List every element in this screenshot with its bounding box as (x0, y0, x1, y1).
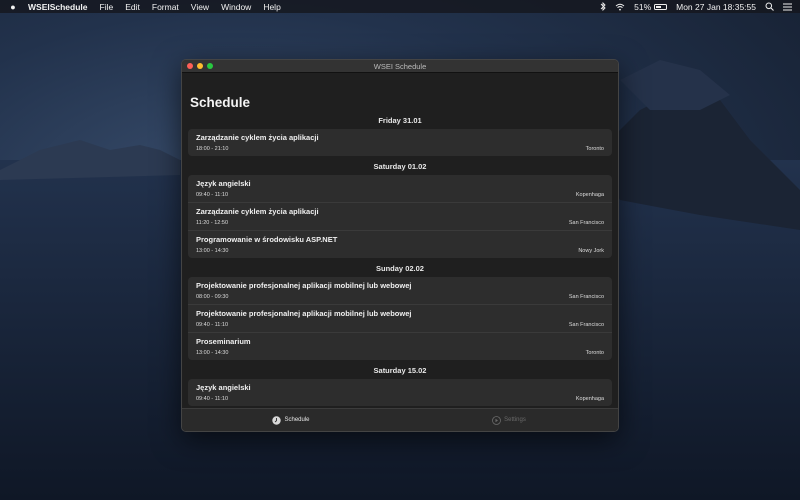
menu-file[interactable]: File (100, 2, 114, 12)
apple-menu-icon[interactable]: ● (8, 2, 18, 12)
tab-settings-label: Settings (504, 417, 526, 423)
class-row[interactable]: Język angielski 09:40 - 11:10 Kopenhaga (188, 175, 612, 203)
clock-icon (272, 415, 282, 425)
bluetooth-icon[interactable] (600, 2, 606, 11)
class-location: Kopenhaga (575, 192, 604, 198)
title-bar[interactable]: WSEI Schedule (182, 60, 618, 73)
class-location: San Francisco (568, 294, 604, 300)
menu-format[interactable]: Format (152, 2, 179, 12)
class-row[interactable]: Zarządzanie cyklem życia aplikacji 11:20 … (188, 203, 612, 231)
class-time: 09:40 - 11:10 (196, 396, 229, 402)
clock[interactable]: Mon 27 Jan 18:35:55 (676, 2, 756, 12)
tab-settings[interactable]: Settings (400, 415, 618, 425)
day-group: Język angielski 09:40 - 11:10 Kopenhaga (188, 379, 612, 406)
class-title: Zarządzanie cyklem życia aplikacji (196, 207, 319, 216)
class-time: 11:20 - 12:50 (196, 220, 229, 226)
class-time: 09:40 - 11:10 (196, 192, 229, 198)
class-title: Zarządzanie cyklem życia aplikacji (196, 133, 319, 142)
wifi-icon[interactable] (615, 3, 625, 11)
class-row[interactable]: Proseminarium 13:00 - 14:30 Toronto (188, 333, 612, 360)
class-title: Projektowanie profesjonalnej aplikacji m… (196, 281, 412, 290)
control-list-icon[interactable] (783, 3, 792, 11)
day-group: Projektowanie profesjonalnej aplikacji m… (188, 277, 612, 360)
day-group: Zarządzanie cyklem życia aplikacji 18:00 … (188, 129, 612, 156)
class-row[interactable]: Zarządzanie cyklem życia aplikacji 18:00 … (188, 129, 612, 156)
battery-percent: 51% (634, 1, 652, 12)
gear-icon (492, 415, 502, 425)
class-title: Programowanie w środowisku ASP.NET (196, 235, 338, 244)
schedule-list: Friday 31.01 Zarządzanie cyklem życia apl… (182, 116, 618, 406)
class-location: San Francisco (568, 322, 604, 328)
day-header: Friday 31.01 (378, 116, 422, 125)
menu-help[interactable]: Help (263, 2, 280, 12)
class-row[interactable]: Projektowanie profesjonalnej aplikacji m… (188, 305, 612, 333)
spotlight-search-icon[interactable] (765, 2, 774, 11)
class-time: 08:00 - 09:30 (196, 294, 229, 300)
day-header: Sunday 02.02 (376, 264, 424, 273)
class-time: 09:40 - 11:10 (196, 322, 229, 328)
menu-edit[interactable]: Edit (125, 2, 140, 12)
app-window: WSEI Schedule Schedule Friday 31.01 Zarzą… (181, 59, 619, 432)
class-title: Język angielski (196, 383, 251, 392)
page-title: Schedule (190, 95, 251, 110)
class-location: San Francisco (568, 220, 604, 226)
class-title: Język angielski (196, 179, 251, 188)
class-row[interactable]: Programowanie w środowisku ASP.NET 13:00 … (188, 231, 612, 258)
class-title: Projektowanie profesjonalnej aplikacji m… (196, 309, 412, 318)
menu-window[interactable]: Window (221, 2, 251, 12)
class-location: Nowy Jork (578, 248, 604, 254)
menu-view[interactable]: View (191, 2, 209, 12)
battery-status[interactable]: 51% (634, 1, 668, 12)
day-header: Saturday 01.02 (373, 162, 427, 171)
class-location: Toronto (585, 146, 604, 152)
class-time: 18:00 - 21:10 (196, 146, 229, 152)
day-header: Saturday 15.02 (373, 366, 427, 375)
class-time: 13:00 - 14:30 (196, 248, 229, 254)
class-location: Kopenhaga (575, 396, 604, 402)
class-row[interactable]: Język angielski 09:40 - 11:10 Kopenhaga (188, 379, 612, 406)
day-group: Język angielski 09:40 - 11:10 Kopenhaga Zar… (188, 175, 612, 258)
app-menu[interactable]: WSEISchedule (28, 2, 88, 12)
battery-icon (654, 3, 668, 10)
tab-bar: Schedule Settings (182, 408, 618, 431)
class-location: Toronto (585, 350, 604, 356)
tab-schedule[interactable]: Schedule (182, 415, 400, 425)
class-title: Proseminarium (196, 337, 251, 346)
menu-bar: ● WSEISchedule File Edit Format View Win… (0, 0, 800, 13)
window-title: WSEI Schedule (373, 61, 427, 71)
class-time: 13:00 - 14:30 (196, 350, 229, 356)
schedule-scroll-view[interactable]: Schedule Friday 31.01 Zarządzanie cyklem … (182, 73, 618, 409)
class-row[interactable]: Projektowanie profesjonalnej aplikacji m… (188, 277, 612, 305)
tab-schedule-label: Schedule (284, 417, 310, 423)
